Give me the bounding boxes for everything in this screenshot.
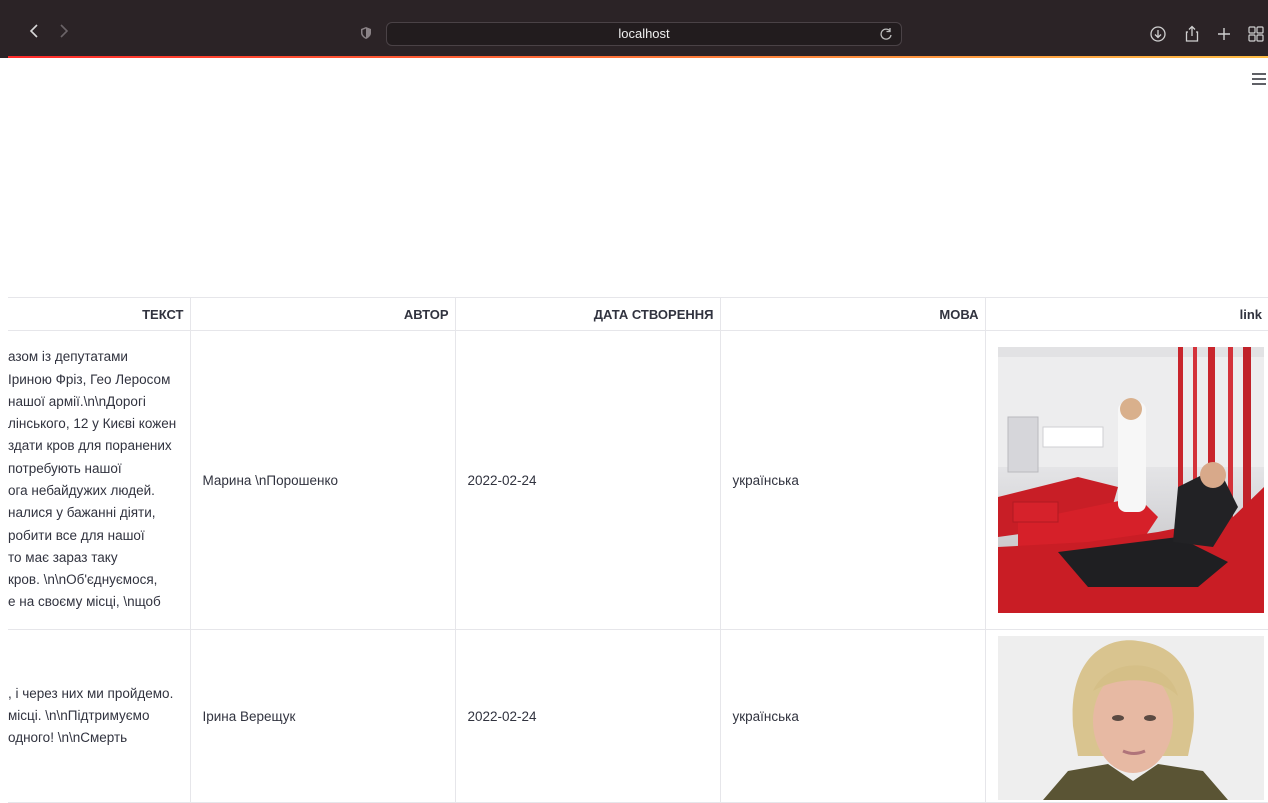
text-line: кров. \n\nОб'єднуємося, <box>8 572 158 588</box>
portrait-photo[interactable] <box>997 636 1264 800</box>
photo-illustration <box>997 636 1264 800</box>
text-line: здати кров для поранених <box>8 438 172 454</box>
column-header-text[interactable]: ТЕКСТ <box>8 297 191 331</box>
column-header-language[interactable]: МОВА <box>719 297 986 331</box>
tab-overview-icon[interactable] <box>1247 25 1265 43</box>
text-line: лінського, 12 у Києві кожен <box>8 416 177 432</box>
text-line: потребують нашої <box>8 460 122 476</box>
date-cell: 2022-02-24 <box>454 330 721 630</box>
text-cell: , і через них ми пройдемо. місці. \n\nПі… <box>8 629 191 803</box>
chevron-left-icon <box>29 24 38 38</box>
language-cell: українська <box>719 629 986 803</box>
text-line: е на своєму місці, \nщоб <box>8 594 161 610</box>
text-line: одного! \n\nСмерть <box>8 730 128 746</box>
column-header-date[interactable]: ДАТА СТВОРЕННЯ <box>454 297 721 331</box>
text-line: азом із депутатами <box>8 349 128 365</box>
reload-icon[interactable] <box>879 27 893 41</box>
share-icon[interactable] <box>1183 25 1201 43</box>
browser-toolbar: localhost <box>0 0 1268 58</box>
address-bar[interactable]: localhost <box>386 22 902 46</box>
language-cell: українська <box>719 330 986 630</box>
text-line: , і через них ми пройдемо. <box>8 685 174 701</box>
app-header-decoration <box>8 56 1268 58</box>
table-row: азом із депутатами Іриною Фріз, Гео Леро… <box>8 330 1268 630</box>
chevron-right-icon <box>60 24 69 38</box>
table-header-row: ТЕКСТ АВТОР ДАТА СТВОРЕННЯ МОВА link <box>8 297 1268 331</box>
hamburger-menu-icon[interactable] <box>1252 73 1266 85</box>
blood-donation-photo[interactable] <box>997 347 1264 613</box>
plus-icon[interactable] <box>1215 25 1233 43</box>
shield-icon[interactable] <box>361 27 371 39</box>
text-line: нашої армії.\n\nДорогі <box>8 393 146 409</box>
author-cell: Ірина Верещук <box>189 629 456 803</box>
text-line: ога небайдужих людей. <box>8 483 155 498</box>
column-header-link[interactable]: link <box>984 297 1268 331</box>
link-cell <box>984 629 1268 803</box>
date-cell: 2022-02-24 <box>454 629 721 803</box>
forward-button[interactable] <box>58 22 70 42</box>
text-line: робити все для нашої <box>8 527 145 543</box>
text-line: Іриною Фріз, Гео Леросом <box>8 371 171 387</box>
text-line: то має зараз таку <box>8 549 118 565</box>
data-table: ТЕКСТ АВТОР ДАТА СТВОРЕННЯ МОВА link азо… <box>8 297 1268 803</box>
author-cell: Марина \nПорошенко <box>189 330 456 630</box>
photo-illustration <box>997 347 1264 613</box>
text-cell: азом із депутатами Іриною Фріз, Гео Леро… <box>8 330 191 630</box>
table-row: , і через них ми пройдемо. місці. \n\nПі… <box>8 629 1268 803</box>
url-text: localhost <box>618 26 670 41</box>
link-cell <box>984 330 1268 630</box>
back-button[interactable] <box>28 22 40 42</box>
text-line: налися у бажанні діяти, <box>8 505 156 521</box>
column-header-author[interactable]: АВТОР <box>189 297 456 331</box>
download-icon[interactable] <box>1149 25 1167 43</box>
text-line: місці. \n\nПідтримуємо <box>8 707 150 723</box>
